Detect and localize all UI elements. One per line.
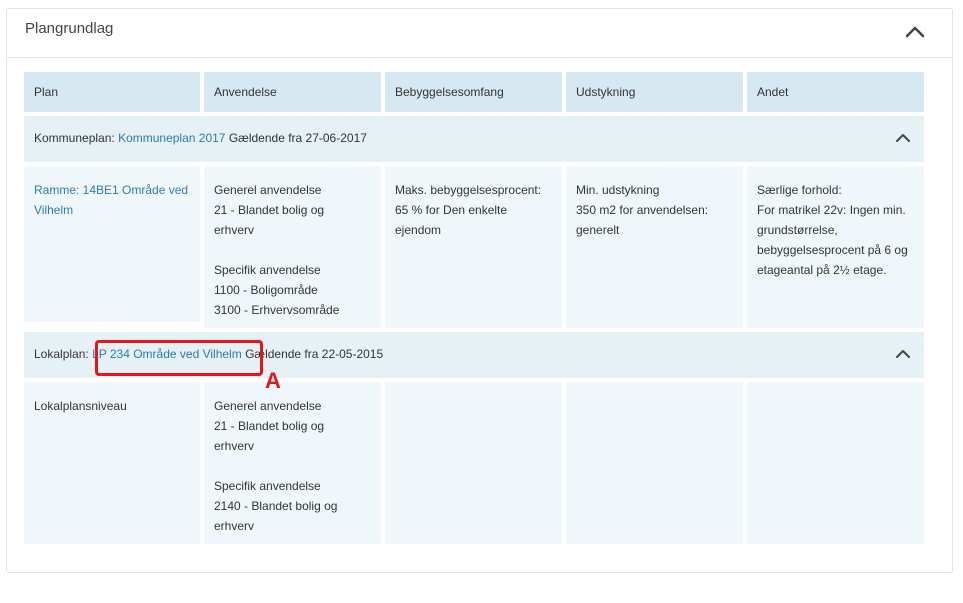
kommuneplan-row: Ramme: 14BE1 Område ved Vilhelm Generel … <box>24 166 924 328</box>
kommuneplan-section-bar: Kommuneplan: Kommuneplan 2017 Gældende f… <box>24 116 924 162</box>
chevron-up-icon[interactable] <box>904 23 926 41</box>
lokalplansniveau-cell: Lokalplansniveau <box>24 382 200 544</box>
panel-header: Plangrundlag <box>7 9 952 58</box>
annotation-label: A <box>265 368 281 393</box>
kommuneplan-link[interactable]: Kommuneplan 2017 <box>118 131 225 145</box>
column-header-anvendelse: Anvendelse <box>204 72 381 112</box>
column-header-udstykning: Udstykning <box>566 72 743 112</box>
kommuneplan-prefix: Kommuneplan: <box>34 131 115 145</box>
annotation-highlight-box <box>95 340 263 376</box>
table-header-row: Plan Anvendelse Bebyggelsesomfang Udstyk… <box>24 72 924 112</box>
bebyggelse-cell: Maks. bebyggelsesprocent: 65 % for Den e… <box>385 166 562 328</box>
plan-table: Plan Anvendelse Bebyggelsesomfang Udstyk… <box>24 72 924 544</box>
andet-cell: Særlige forhold: For matrikel 22v: Ingen… <box>747 166 924 328</box>
chevron-up-icon[interactable] <box>894 347 912 361</box>
lokalplan-valid-from: Gældende fra 22-05-2015 <box>245 347 384 361</box>
column-header-plan: Plan <box>24 72 200 112</box>
kommuneplan-valid-from: Gældende fra 27-06-2017 <box>228 131 367 145</box>
ramme-cell: Ramme: 14BE1 Område ved Vilhelm <box>24 166 200 322</box>
lokalplan-udstykning-cell <box>566 382 743 544</box>
ramme-link[interactable]: Ramme: 14BE1 Område ved Vilhelm <box>34 180 190 220</box>
lokalplan-anvendelse-cell: Generel anvendelse 21 - Blandet bolig og… <box>204 382 381 544</box>
chevron-up-icon[interactable] <box>894 131 912 145</box>
lokalplan-bebyggelse-cell <box>385 382 562 544</box>
anvendelse-cell: Generel anvendelse 21 - Blandet bolig og… <box>204 166 381 328</box>
lokalplan-andet-cell <box>747 382 924 544</box>
panel-title: Plangrundlag <box>25 20 114 37</box>
lokalplan-prefix: Lokalplan: <box>34 347 89 361</box>
column-header-andet: Andet <box>747 72 924 112</box>
lokalplan-row: Lokalplansniveau Generel anvendelse 21 -… <box>24 382 924 544</box>
column-header-bebyggelsesomfang: Bebyggelsesomfang <box>385 72 562 112</box>
udstykning-cell: Min. udstykning 350 m2 for anvendelsen: … <box>566 166 743 328</box>
